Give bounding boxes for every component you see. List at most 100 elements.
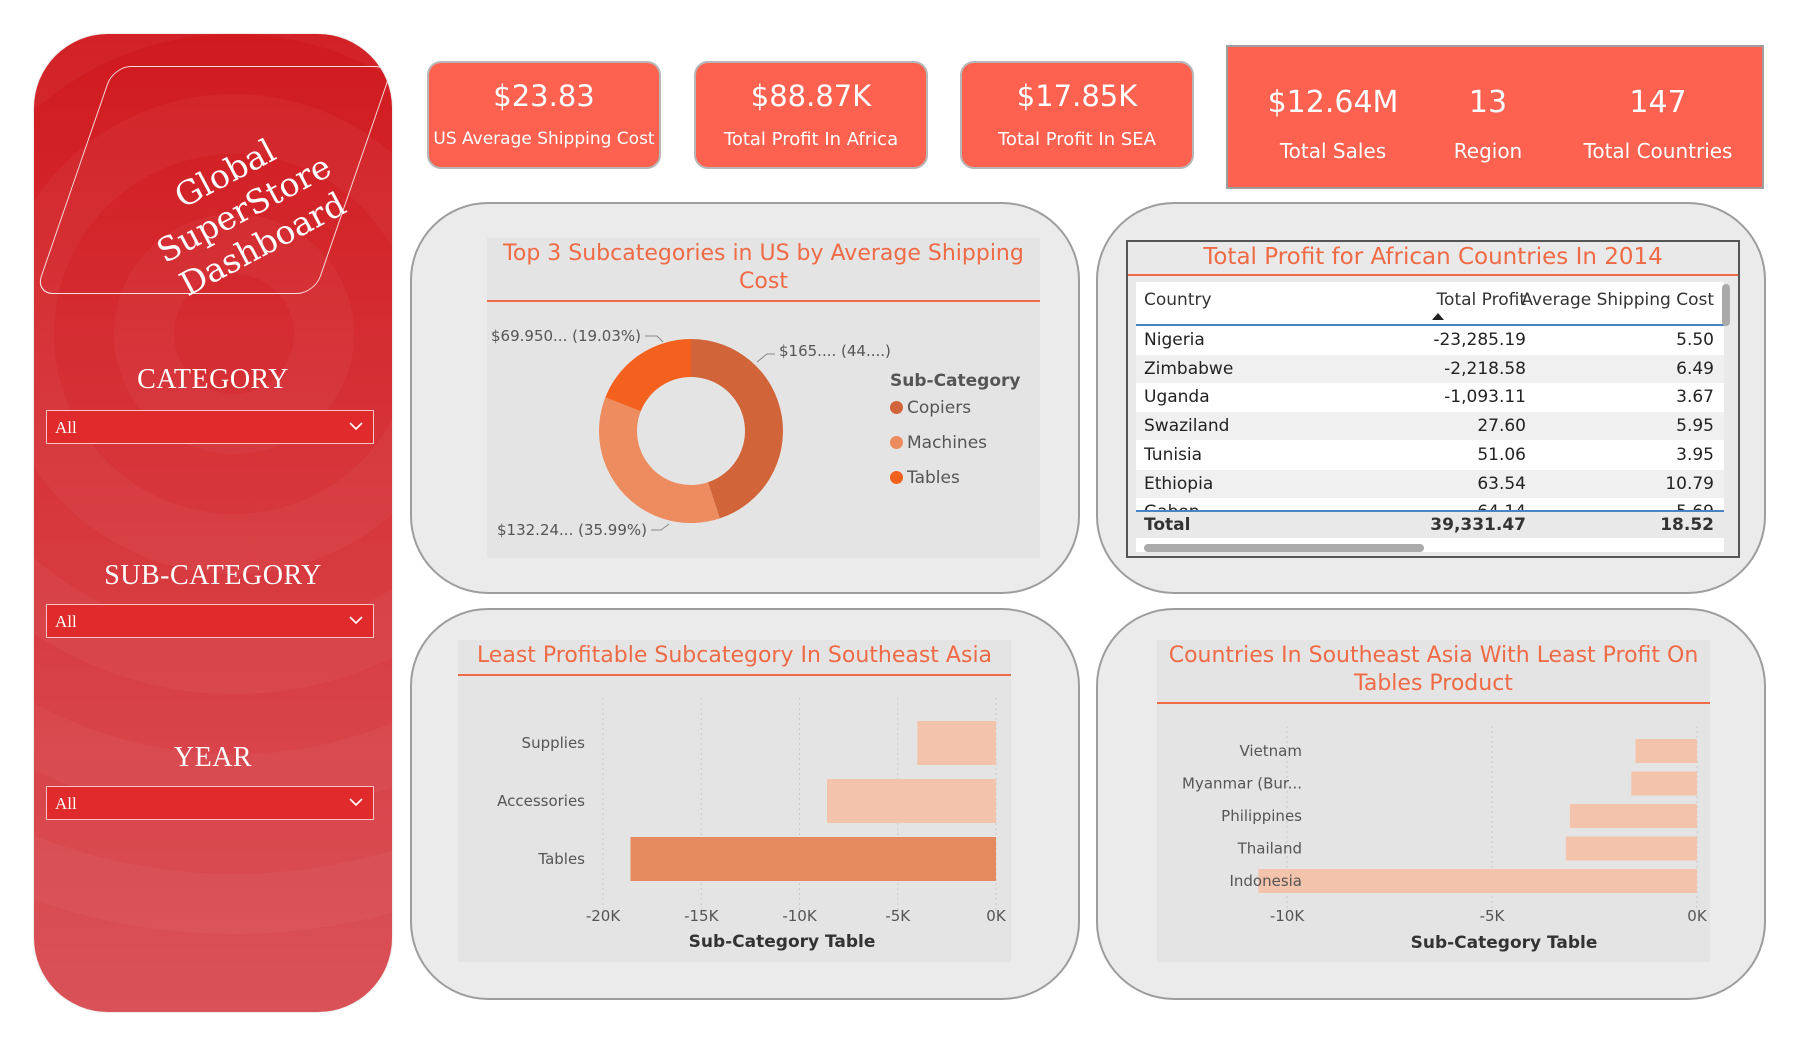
subcategory-dropdown[interactable]: All	[46, 604, 374, 638]
kpi-value: 147	[1629, 85, 1687, 120]
cell-total-profit: 51.06	[1477, 444, 1526, 465]
donut-leader-line	[645, 335, 664, 343]
cell-total-profit: 63.54	[1477, 473, 1526, 494]
x-axis-title: Sub-Category Table	[689, 932, 876, 952]
table-row[interactable]: Swaziland 27.60 5.95	[1136, 412, 1724, 441]
x-tick-label: -20K	[586, 907, 621, 925]
kpi-card-africa-profit: $88.87K Total Profit In Africa	[694, 61, 928, 169]
bar-vietnam[interactable]	[1635, 739, 1698, 763]
kpi-label: Total Profit In Africa	[723, 129, 899, 150]
donut-slice-tables[interactable]	[605, 339, 691, 412]
cell-avg-shipping: 5.69	[1676, 502, 1714, 510]
subcategory-dropdown-value: All	[55, 612, 77, 631]
table-row[interactable]: Gabon 64.14 5.69	[1136, 498, 1724, 510]
kpi-value: $23.83	[493, 79, 595, 113]
category-dropdown-value: All	[55, 418, 77, 437]
x-tick-label: -5K	[885, 907, 911, 925]
table-row[interactable]: Zimbabwe -2,218.58 6.49	[1136, 354, 1724, 383]
year-filter-label: YEAR	[173, 742, 253, 773]
legend-swatch	[890, 401, 903, 414]
table-header: Country Total Profit Average Shipping Co…	[1136, 282, 1724, 326]
y-category-label: Thailand	[1237, 840, 1302, 858]
column-header-total-profit[interactable]: Total Profit	[1437, 290, 1526, 310]
horizontal-scrollbar[interactable]	[1144, 544, 1424, 552]
donut-data-label: $69.950... (19.03%)	[491, 327, 641, 345]
sea-countries-chart-area: Countries In Southeast Asia With Least P…	[1157, 640, 1710, 962]
y-category-label: Supplies	[522, 734, 586, 752]
x-tick-label: -10K	[1270, 907, 1305, 925]
legend-item-machines[interactable]: Machines	[890, 433, 987, 453]
bar-indonesia[interactable]	[1258, 869, 1697, 893]
cell-country: Nigeria	[1144, 330, 1205, 350]
legend-item-copiers[interactable]: Copiers	[890, 398, 971, 418]
chevron-down-icon	[349, 422, 363, 431]
x-tick-label: -5K	[1480, 907, 1506, 925]
kpi-total-sales: $12.64M Total Sales	[1238, 47, 1428, 187]
sea-subcategory-bar-chart: -20K -15K -10K -5K 0K Supplies Accessories Tabl…	[497, 698, 1007, 952]
bar-myanmar-bur-[interactable]	[1631, 771, 1697, 796]
legend-swatch	[890, 436, 903, 449]
y-category-label: Indonesia	[1229, 872, 1302, 890]
cell-avg-shipping: 6.49	[1676, 358, 1714, 379]
cell-country: Swaziland	[1144, 416, 1230, 437]
x-tick-label: -10K	[782, 907, 817, 925]
table-row[interactable]: Tunisia 51.06 3.95	[1136, 441, 1724, 469]
cell-total-profit: 27.60	[1477, 416, 1526, 437]
sort-ascending-icon[interactable]	[1432, 312, 1444, 320]
category-dropdown[interactable]: All	[46, 410, 374, 444]
donut-leader-line	[756, 353, 775, 363]
table-row[interactable]: Nigeria -23,285.19 5.50	[1136, 326, 1724, 354]
year-dropdown[interactable]: All	[46, 786, 374, 820]
cell-country: Ethiopia	[1144, 473, 1214, 494]
bar-thailand[interactable]	[1565, 836, 1697, 861]
bar-tables[interactable]	[630, 837, 996, 881]
cell-total-profit: -1,093.11	[1444, 387, 1526, 408]
y-category-label: Accessories	[497, 792, 585, 810]
donut-chart-area: Top 3 Subcategories in US by Average Shi…	[487, 238, 1040, 558]
y-category-label: Philippines	[1221, 807, 1302, 825]
legend-label: Tables	[907, 468, 960, 488]
table-body: Country Total Profit Average Shipping Co…	[1136, 282, 1724, 552]
donut-leader-line	[651, 523, 670, 531]
kpi-card-us-shipping: $23.83 US Average Shipping Cost	[427, 61, 661, 169]
africa-profit-table: Total Profit for African Countries In 20…	[1126, 240, 1740, 558]
subcategory-filter-label: SUB-CATEGORY	[104, 560, 322, 591]
kpi-label: Region	[1453, 139, 1523, 163]
bar-philippines[interactable]	[1569, 804, 1697, 828]
donut-slice-machines[interactable]	[599, 397, 720, 523]
cell-country: Zimbabwe	[1144, 358, 1234, 379]
table-row[interactable]: Uganda -1,093.11 3.67	[1136, 383, 1724, 411]
x-tick-label: -15K	[684, 907, 719, 925]
donut-data-label: $132.24... (35.99%)	[497, 521, 647, 539]
cell-total-profit: 64.14	[1477, 502, 1526, 510]
cell-total-profit: -2,218.58	[1444, 358, 1526, 379]
sea-countries-bar-chart: -10K -5K 0K Vietnam Myanmar (Bur... Philippin…	[1182, 726, 1708, 953]
column-header-country[interactable]: Country	[1144, 290, 1212, 310]
cell-country: Gabon	[1144, 502, 1200, 510]
year-dropdown-value: All	[55, 794, 77, 813]
bar-supplies[interactable]	[917, 721, 996, 765]
vertical-scrollbar[interactable]	[1722, 284, 1730, 326]
chevron-down-icon	[349, 616, 363, 625]
table-total-row: Total 39,331.47 18.52	[1136, 510, 1724, 538]
cell-avg-shipping: 3.67	[1676, 387, 1714, 408]
kpi-card-sea-profit: $17.85K Total Profit In SEA	[960, 61, 1194, 169]
bar-accessories[interactable]	[827, 779, 996, 823]
total-profit-value: 39,331.47	[1430, 515, 1526, 535]
column-header-avg-shipping[interactable]: Average Shipping Cost	[1521, 290, 1714, 310]
legend-label: Machines	[907, 433, 988, 453]
sea-subcategory-chart-area: Least Profitable Subcategory In Southeas…	[458, 640, 1011, 962]
table-title: Total Profit for African Countries In 20…	[1128, 244, 1738, 276]
legend-item-tables[interactable]: Tables	[890, 468, 960, 488]
cell-country: Uganda	[1144, 387, 1210, 408]
kpi-region-count: 13 Region	[1428, 47, 1548, 187]
category-filter-label: CATEGORY	[137, 364, 289, 395]
cell-total-profit: -23,285.19	[1433, 330, 1526, 350]
x-tick-label: 0K	[986, 907, 1007, 925]
kpi-label: US Average Shipping Cost	[433, 129, 655, 149]
table-row[interactable]: Ethiopia 63.54 10.79	[1136, 469, 1724, 498]
y-category-label: Tables	[537, 850, 585, 868]
legend-swatch	[890, 471, 903, 484]
total-label: Total	[1144, 515, 1191, 535]
cell-avg-shipping: 3.95	[1676, 444, 1714, 465]
